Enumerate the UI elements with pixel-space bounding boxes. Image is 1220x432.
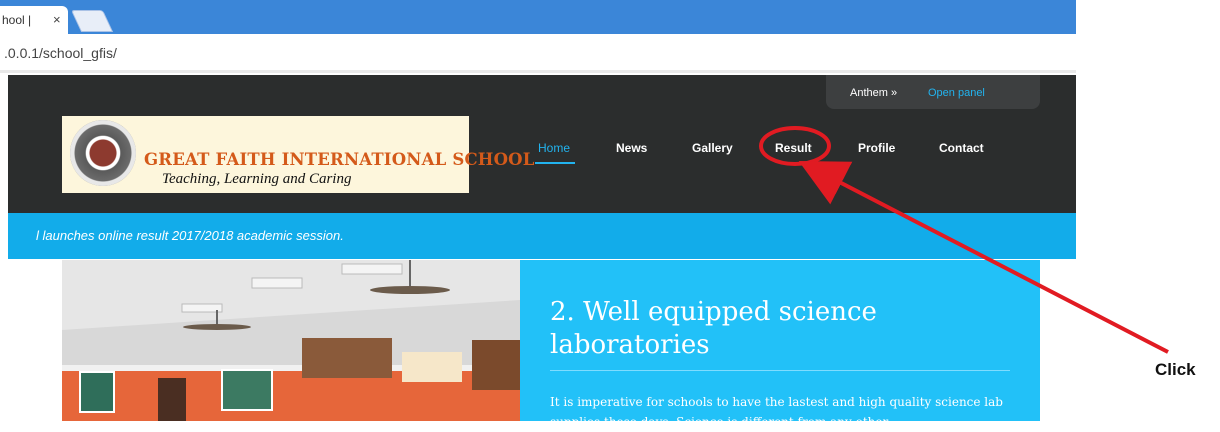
annotation-overlay <box>759 126 1169 354</box>
highlight-circle <box>759 126 831 166</box>
annotation-label: Click <box>1155 360 1196 379</box>
annotation-arrow <box>798 160 1169 354</box>
